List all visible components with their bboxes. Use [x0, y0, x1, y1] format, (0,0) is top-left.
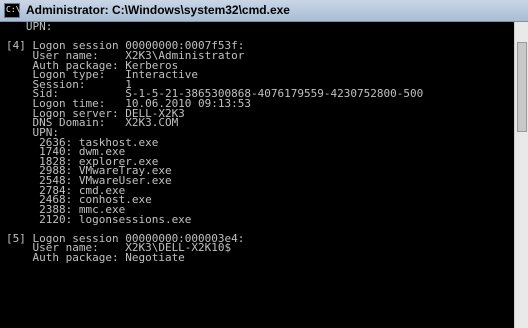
- window-title: Administrator: C:\Windows\system32\cmd.e…: [26, 3, 290, 17]
- console-text: UPN: [4] Logon session 00000000:0007f53f…: [0, 22, 514, 263]
- cmd-icon-label: C:\: [6, 5, 21, 14]
- console-output[interactable]: UPN: [4] Logon session 00000000:0007f53f…: [0, 22, 514, 328]
- cmd-window: C:\ Administrator: C:\Windows\system32\c…: [0, 0, 528, 328]
- title-bar[interactable]: C:\ Administrator: C:\Windows\system32\c…: [0, 0, 528, 22]
- scrollbar-thumb[interactable]: [517, 42, 527, 132]
- cmd-icon: C:\: [4, 3, 20, 18]
- vertical-scrollbar[interactable]: [514, 22, 528, 328]
- console-line: Auth package: Negotiate: [6, 251, 185, 264]
- console-line: UPN:: [6, 22, 53, 33]
- console-line: 2120: logonsessions.exe: [6, 212, 192, 226]
